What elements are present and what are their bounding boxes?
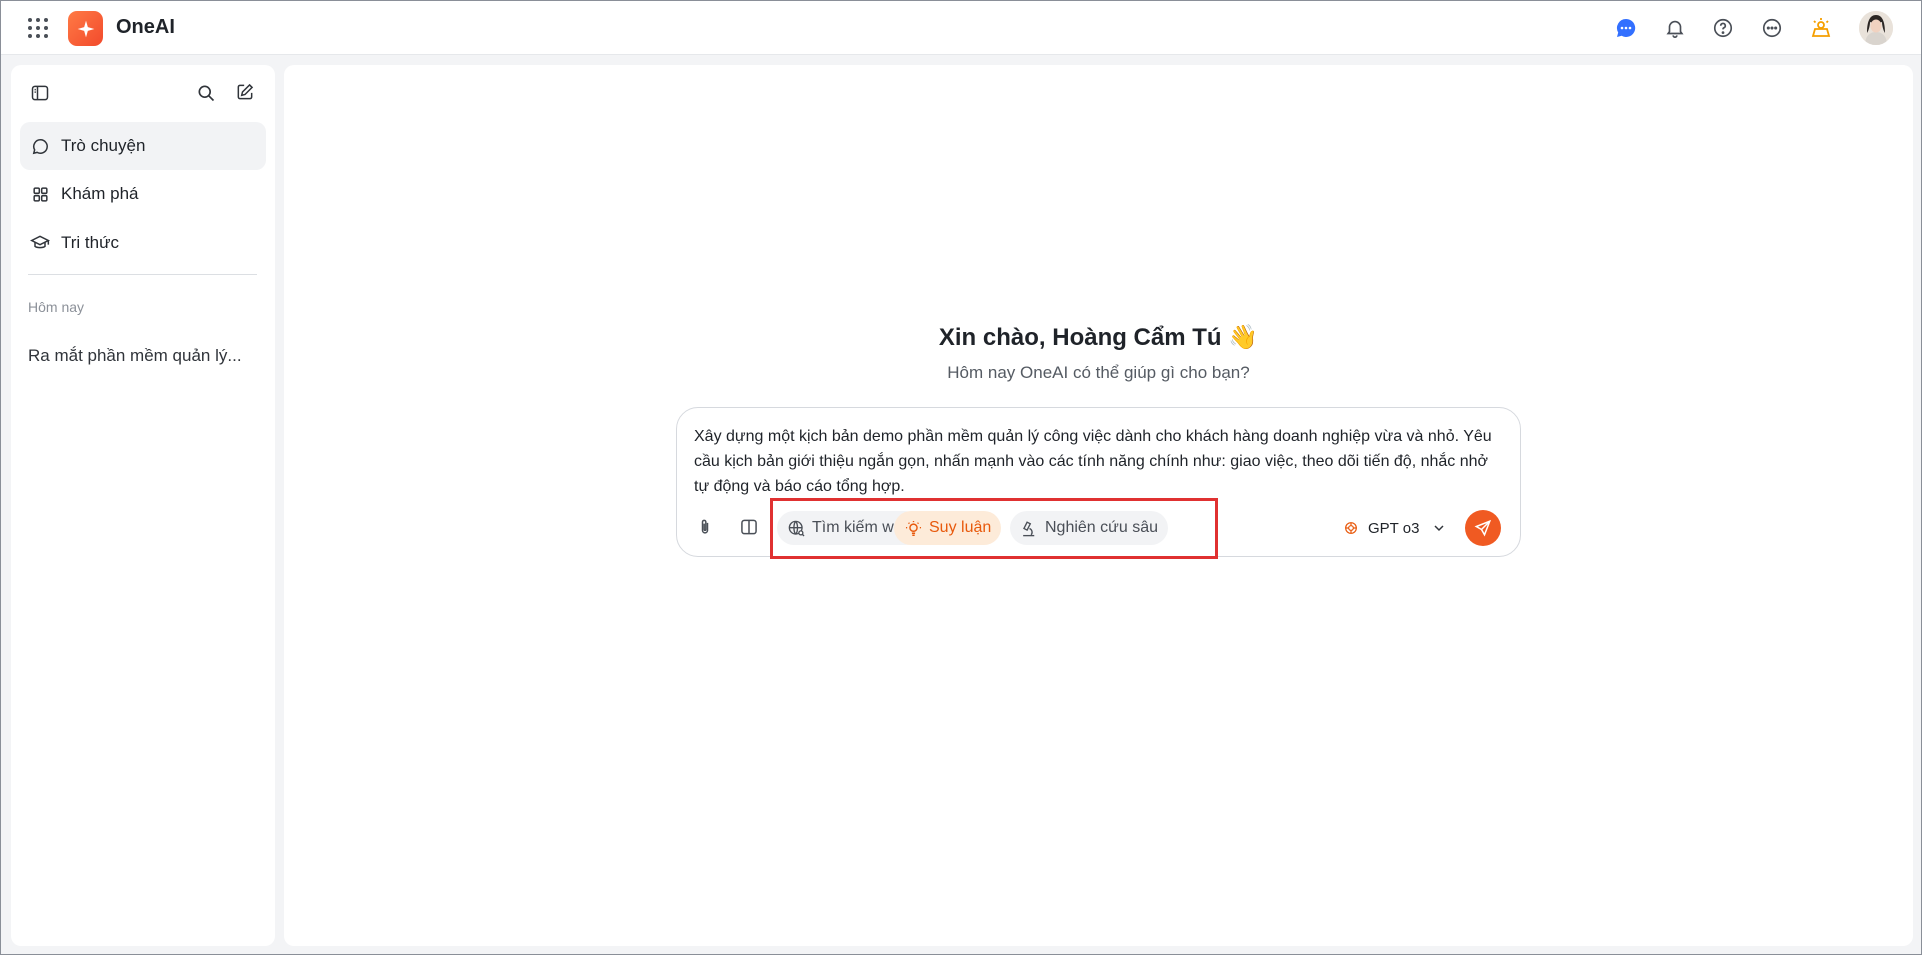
- top-bar: OneAI: [1, 1, 1921, 55]
- chat-composer[interactable]: Xây dựng một kịch bản demo phần mềm quản…: [676, 407, 1521, 559]
- model-selector[interactable]: GPT o3: [1342, 511, 1447, 545]
- help-icon[interactable]: [1711, 16, 1735, 40]
- split-view-icon[interactable]: [735, 513, 763, 541]
- brand-name: OneAI: [116, 16, 175, 38]
- nav-item-label: Khám phá: [61, 184, 139, 203]
- nav-item-explore[interactable]: Khám phá: [20, 170, 266, 218]
- user-avatar[interactable]: [1859, 11, 1893, 45]
- prompt-input[interactable]: Xây dựng một kịch bản demo phần mềm quản…: [694, 424, 1504, 499]
- lamp-icon[interactable]: [1809, 16, 1833, 40]
- oneai-logo-icon: [68, 11, 103, 46]
- app-launcher-icon[interactable]: [28, 18, 48, 38]
- greeting-subtitle: Hôm nay OneAI có thể giúp gì cho bạn?: [947, 363, 1250, 382]
- nav-item-knowledge[interactable]: Tri thức: [20, 219, 266, 267]
- openai-icon: [1342, 519, 1360, 537]
- new-chat-icon[interactable]: [233, 80, 257, 104]
- send-icon: [1474, 519, 1492, 537]
- model-name: GPT o3: [1368, 519, 1420, 537]
- more-icon[interactable]: [1760, 16, 1784, 40]
- main-panel: Xin chào, Hoàng Cẩm Tú 👋 Hôm nay OneAI c…: [284, 65, 1913, 946]
- sidebar-toggle-icon[interactable]: [28, 81, 52, 105]
- chevron-down-icon: [1431, 520, 1447, 536]
- grid-icon: [29, 183, 51, 205]
- attach-icon[interactable]: [691, 513, 719, 541]
- greeting-title: Xin chào, Hoàng Cẩm Tú 👋: [938, 324, 1259, 351]
- message-icon[interactable]: [1614, 16, 1638, 40]
- nav-item-chat[interactable]: Trò chuyện: [20, 122, 266, 170]
- search-icon[interactable]: [194, 81, 218, 105]
- nav-item-label: Trò chuyện: [61, 136, 146, 155]
- graduation-cap-icon: [29, 232, 51, 254]
- history-item[interactable]: Ra mắt phần mềm quản lý...: [28, 346, 253, 366]
- send-button[interactable]: [1465, 510, 1501, 546]
- sidebar-divider: [28, 274, 257, 275]
- nav-item-label: Tri thức: [61, 233, 119, 252]
- history-section-label: Hôm nay: [28, 299, 85, 315]
- sidebar: Trò chuyện Khám phá Tri thức Hôm nay Ra …: [11, 65, 275, 946]
- tools-highlight-box: [770, 498, 1218, 559]
- bell-icon[interactable]: [1663, 16, 1687, 40]
- chat-bubble-icon: [29, 135, 51, 157]
